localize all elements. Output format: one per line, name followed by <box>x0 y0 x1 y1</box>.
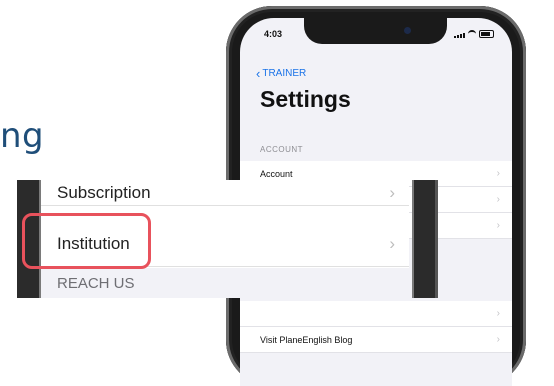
settings-row[interactable]: › <box>240 301 512 327</box>
zoom-row-subscription[interactable]: Subscription › <box>39 180 409 206</box>
chevron-right-icon: › <box>389 233 395 253</box>
camera-icon <box>404 27 411 34</box>
page-heading-fragment: ng <box>0 116 45 156</box>
chevron-left-icon: ‹ <box>256 65 261 81</box>
chevron-right-icon: › <box>496 334 500 345</box>
row-label: Visit PlaneEnglish Blog <box>260 334 353 345</box>
phone-notch <box>304 18 447 44</box>
row-label: Account <box>260 168 293 179</box>
section-label-reach-us: REACH US <box>57 275 135 292</box>
signal-icon <box>454 33 465 38</box>
chevron-right-icon: › <box>496 168 500 179</box>
settings-row-visit-blog[interactable]: Visit PlaneEnglish Blog › <box>240 327 512 353</box>
chevron-right-icon: › <box>389 182 395 202</box>
battery-icon <box>479 30 494 38</box>
back-button-label: TRAINER <box>262 68 307 79</box>
wifi-icon <box>468 30 476 38</box>
chevron-right-icon: › <box>496 194 500 205</box>
status-icons <box>454 30 494 38</box>
chevron-right-icon: › <box>496 220 500 231</box>
screen-title: Settings <box>260 86 351 112</box>
row-label: Subscription <box>57 182 151 202</box>
zoom-phone-bezel-right <box>412 180 438 298</box>
back-button[interactable]: ‹ TRAINER <box>256 65 307 81</box>
chevron-right-icon: › <box>496 308 500 319</box>
section-label-account: ACCOUNT <box>260 145 304 154</box>
status-time: 4:03 <box>264 29 283 39</box>
institution-highlight <box>22 213 151 269</box>
